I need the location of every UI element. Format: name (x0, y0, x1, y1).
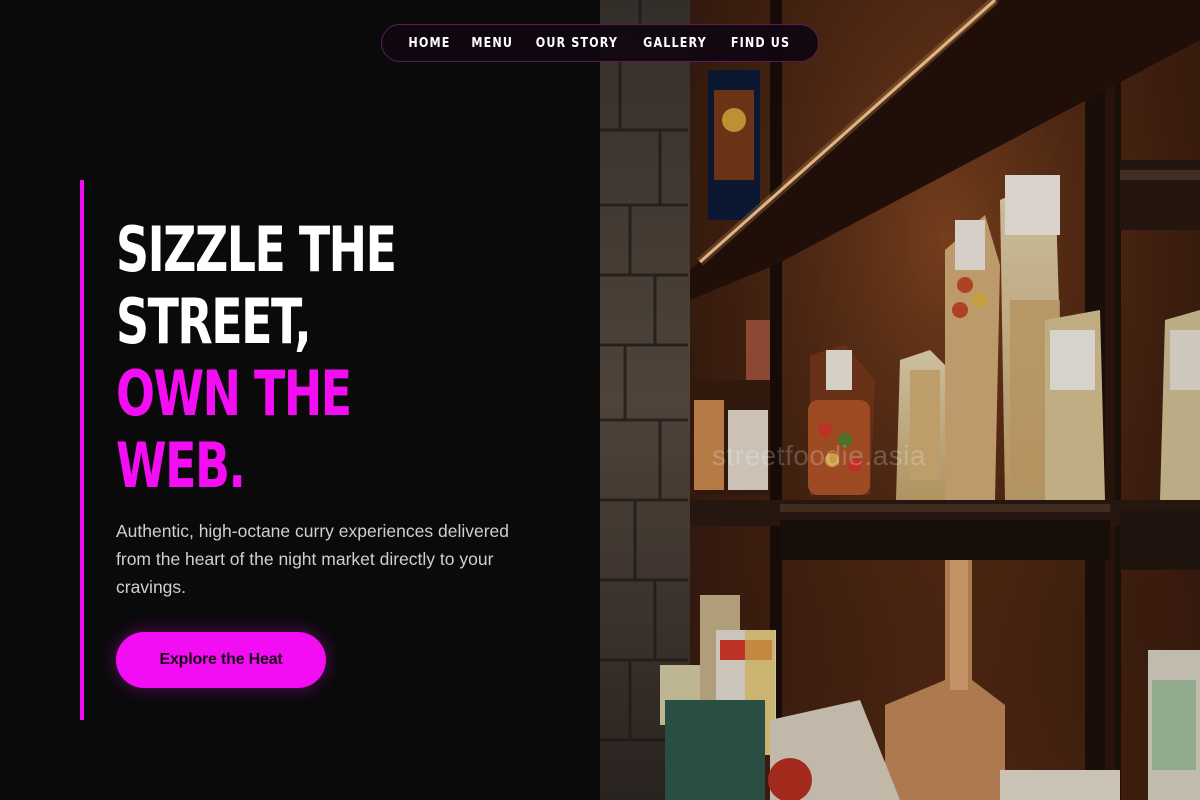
nav-item-gallery[interactable]: GALLERY (644, 36, 708, 51)
headline-line-1: SIZZLE THE (116, 213, 397, 286)
nav-item-menu[interactable]: MENU (471, 36, 513, 51)
nav-item-our-story[interactable]: OUR STORY (536, 36, 618, 51)
hero-section: SIZZLE THE STREET, OWN THE WEB. Authenti… (0, 0, 600, 800)
hero-photo-pantry-shelves (600, 0, 1200, 800)
nav-item-find-us[interactable]: FIND US (731, 36, 790, 51)
explore-the-heat-button[interactable]: Explore the Heat (116, 632, 326, 688)
headline-accent-line-1: OWN THE (116, 357, 352, 430)
top-nav: HOME MENU OUR STORY GALLERY FIND US (381, 24, 819, 62)
headline-line-2: STREET, (116, 285, 312, 358)
hero-subtext: Authentic, high-octane curry experiences… (116, 521, 509, 597)
image-watermark: streetfoodie.asia (712, 440, 926, 471)
accent-bar (80, 180, 84, 720)
nav-item-home[interactable]: HOME (409, 36, 451, 51)
headline-accent-line-2: WEB. (116, 429, 246, 502)
hero-headline: SIZZLE THE STREET, OWN THE WEB. (116, 214, 464, 502)
pantry-shelves-illustration (600, 0, 1200, 800)
